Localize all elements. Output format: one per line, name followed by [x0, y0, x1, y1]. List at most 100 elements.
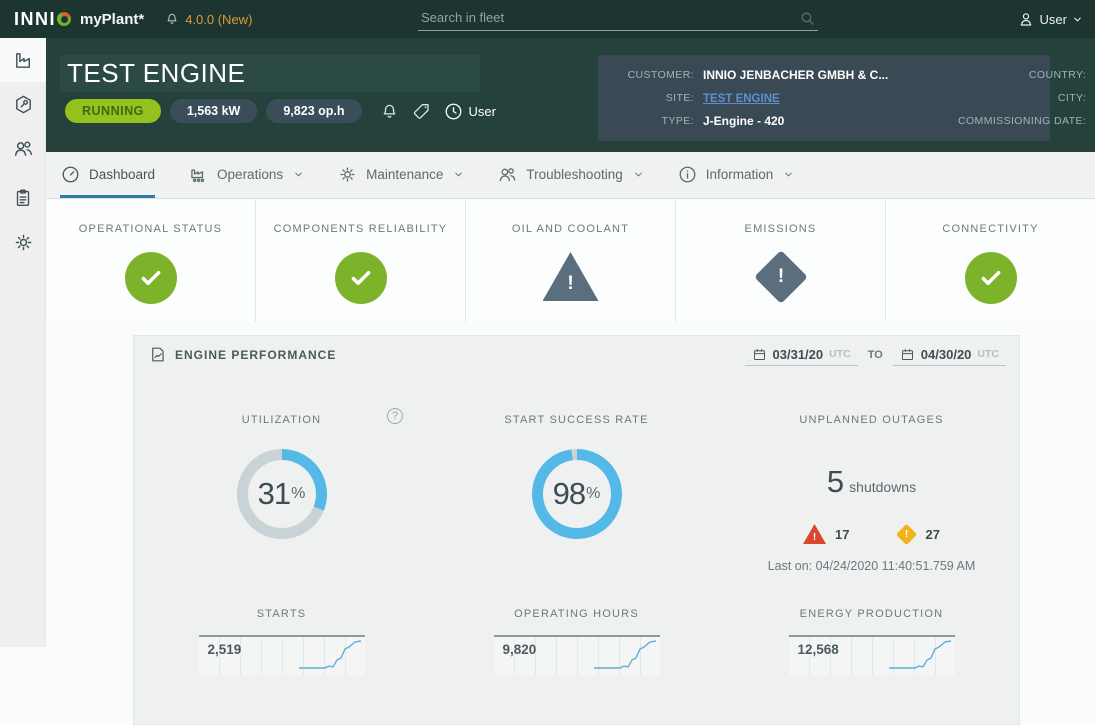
- last-outage-timestamp: Last on: 04/24/2020 11:40:51.759 AM: [767, 559, 976, 573]
- tab-information[interactable]: Information: [677, 152, 795, 198]
- starts-chart[interactable]: 2,519: [198, 635, 365, 675]
- shutdown-count: 5: [826, 464, 845, 499]
- date-from-value: 03/31/20: [772, 346, 824, 362]
- performance-icon: [148, 345, 167, 364]
- users-icon: [12, 137, 35, 160]
- metric-row: STARTS 2,519 OPERATING HOURS 9,820 ENERG…: [134, 604, 1019, 675]
- status-card-oil-coolant[interactable]: OIL AND COOLANT: [466, 200, 676, 322]
- country-label: COUNTRY:: [1028, 69, 1087, 81]
- tab-dashboard-label: Dashboard: [89, 167, 156, 182]
- status-badge: RUNNING: [65, 99, 161, 123]
- sidebar-item-reports[interactable]: [0, 176, 46, 220]
- alarm-triangle-icon: [803, 524, 827, 544]
- energy-production-chart[interactable]: 12,568: [788, 635, 955, 675]
- start-success-kpi: START SUCCESS RATE 98 %: [429, 410, 724, 573]
- start-success-label: START SUCCESS RATE: [504, 414, 649, 426]
- chevron-down-icon: [633, 169, 644, 180]
- status-card-label: OIL AND COOLANT: [511, 223, 630, 235]
- tag-icon[interactable]: [411, 101, 432, 122]
- tab-operations-label: Operations: [217, 167, 284, 182]
- chevron-down-icon: [783, 169, 794, 180]
- status-card-emissions[interactable]: EMISSIONS: [676, 200, 886, 322]
- operating-hours-chart[interactable]: 9,820: [493, 635, 660, 675]
- chevron-down-icon: [293, 169, 304, 180]
- status-card-operational[interactable]: OPERATIONAL STATUS: [46, 200, 256, 322]
- panel-title-label: ENGINE PERFORMANCE: [175, 347, 337, 362]
- shutdown-unit: shutdowns: [849, 479, 917, 495]
- tab-dashboard[interactable]: Dashboard: [60, 152, 156, 198]
- date-range-to-label: TO: [867, 348, 883, 361]
- sidebar-item-settings[interactable]: [0, 220, 46, 264]
- utilization-donut: 31 %: [236, 449, 327, 539]
- factory-icon: [188, 164, 209, 185]
- chevron-down-icon: [453, 169, 464, 180]
- status-card-label: EMISSIONS: [744, 223, 817, 235]
- calendar-icon: [752, 347, 767, 362]
- sidebar-item-fleet[interactable]: [0, 38, 46, 82]
- unplanned-outages-kpi: UNPLANNED OUTAGES 5shutdowns 17 27 Last …: [724, 410, 1019, 573]
- gear-icon: [12, 231, 35, 254]
- start-success-value: 98: [552, 476, 586, 511]
- customer-value: INNIO JENBACHER GMBH & C...: [703, 68, 889, 82]
- commissioning-label: COMMISSIONING DATE:: [958, 115, 1087, 127]
- power-badge: 1,563 kW: [169, 99, 258, 123]
- utilization-unit: %: [291, 485, 306, 502]
- tab-maintenance[interactable]: Maintenance: [337, 152, 464, 198]
- myplant-product-name: myPlant*: [80, 10, 145, 28]
- tab-operations[interactable]: Operations: [188, 152, 304, 198]
- clock-icon: [445, 103, 461, 119]
- section-nav: Dashboard Operations Maintenance Trouble…: [46, 152, 1095, 199]
- date-from-field[interactable]: 03/31/20 UTC: [744, 344, 858, 366]
- sidebar-item-customers[interactable]: [0, 126, 46, 170]
- status-card-label: CONNECTIVITY: [942, 223, 1039, 235]
- version-label: 4.0.0 (New): [185, 11, 253, 27]
- page-title: TEST ENGINE: [67, 58, 246, 88]
- status-card-connectivity[interactable]: CONNECTIVITY: [886, 200, 1095, 322]
- starts-metric: STARTS 2,519: [134, 604, 429, 675]
- operating-hours-metric: OPERATING HOURS 9,820: [429, 604, 724, 675]
- energy-production-label: ENERGY PRODUCTION: [799, 608, 944, 620]
- clipboard-icon: [12, 187, 34, 209]
- asset-header: TEST ENGINE RUNNING 1,563 kW 9,823 op.h …: [46, 38, 1095, 152]
- utilization-kpi: UTILIZATION ? 31 %: [134, 408, 429, 573]
- utilization-value: 31: [257, 476, 291, 511]
- warning-diamond-icon: [895, 523, 917, 545]
- panel-header: ENGINE PERFORMANCE 03/31/20 UTC TO 04/30…: [134, 336, 1019, 373]
- date-from-utc: UTC: [829, 348, 851, 360]
- type-label: TYPE:: [661, 115, 694, 127]
- sparkline: [888, 640, 951, 669]
- alarm-count-group[interactable]: 17: [803, 524, 850, 544]
- notification-bell-icon: [164, 11, 180, 27]
- customer-label: CUSTOMER:: [627, 69, 694, 81]
- user-icon: [1017, 10, 1035, 28]
- site-link[interactable]: TEST ENGINE: [703, 93, 780, 105]
- type-value: J-Engine - 420: [703, 114, 785, 128]
- alerts-bell-icon[interactable]: [379, 101, 400, 122]
- starts-label: STARTS: [256, 608, 307, 620]
- version-badge[interactable]: 4.0.0 (New): [164, 11, 252, 27]
- status-card-label: OPERATIONAL STATUS: [78, 223, 223, 235]
- energy-production-metric: ENERGY PRODUCTION 12,568: [724, 604, 1019, 675]
- innio-logo[interactable]: INNI: [14, 9, 71, 30]
- search-icon[interactable]: [799, 10, 816, 27]
- tab-troubleshooting[interactable]: Troubleshooting: [497, 152, 643, 198]
- sidebar-item-service[interactable]: [0, 82, 46, 126]
- warning-count: 27: [925, 526, 940, 542]
- users-icon: [497, 164, 518, 185]
- date-to-field[interactable]: 04/30/20 UTC: [892, 344, 1006, 366]
- tab-information-label: Information: [705, 167, 774, 182]
- innio-logo-text: INNI: [14, 8, 56, 29]
- sparkline: [593, 640, 656, 669]
- site-label: SITE:: [665, 92, 694, 104]
- user-menu-label: User: [1039, 11, 1067, 27]
- status-card-components[interactable]: COMPONENTS RELIABILITY: [256, 200, 466, 322]
- check-circle-icon: [334, 252, 387, 304]
- utilization-label: UTILIZATION: [241, 414, 322, 426]
- search-input[interactable]: [418, 5, 818, 31]
- user-menu[interactable]: User: [1017, 0, 1083, 38]
- operating-hours-label: OPERATING HOURS: [514, 608, 639, 620]
- warning-triangle-icon: [542, 252, 599, 301]
- help-icon[interactable]: ?: [387, 408, 403, 424]
- warning-count-group[interactable]: 27: [895, 523, 940, 545]
- history-user[interactable]: User: [443, 101, 496, 122]
